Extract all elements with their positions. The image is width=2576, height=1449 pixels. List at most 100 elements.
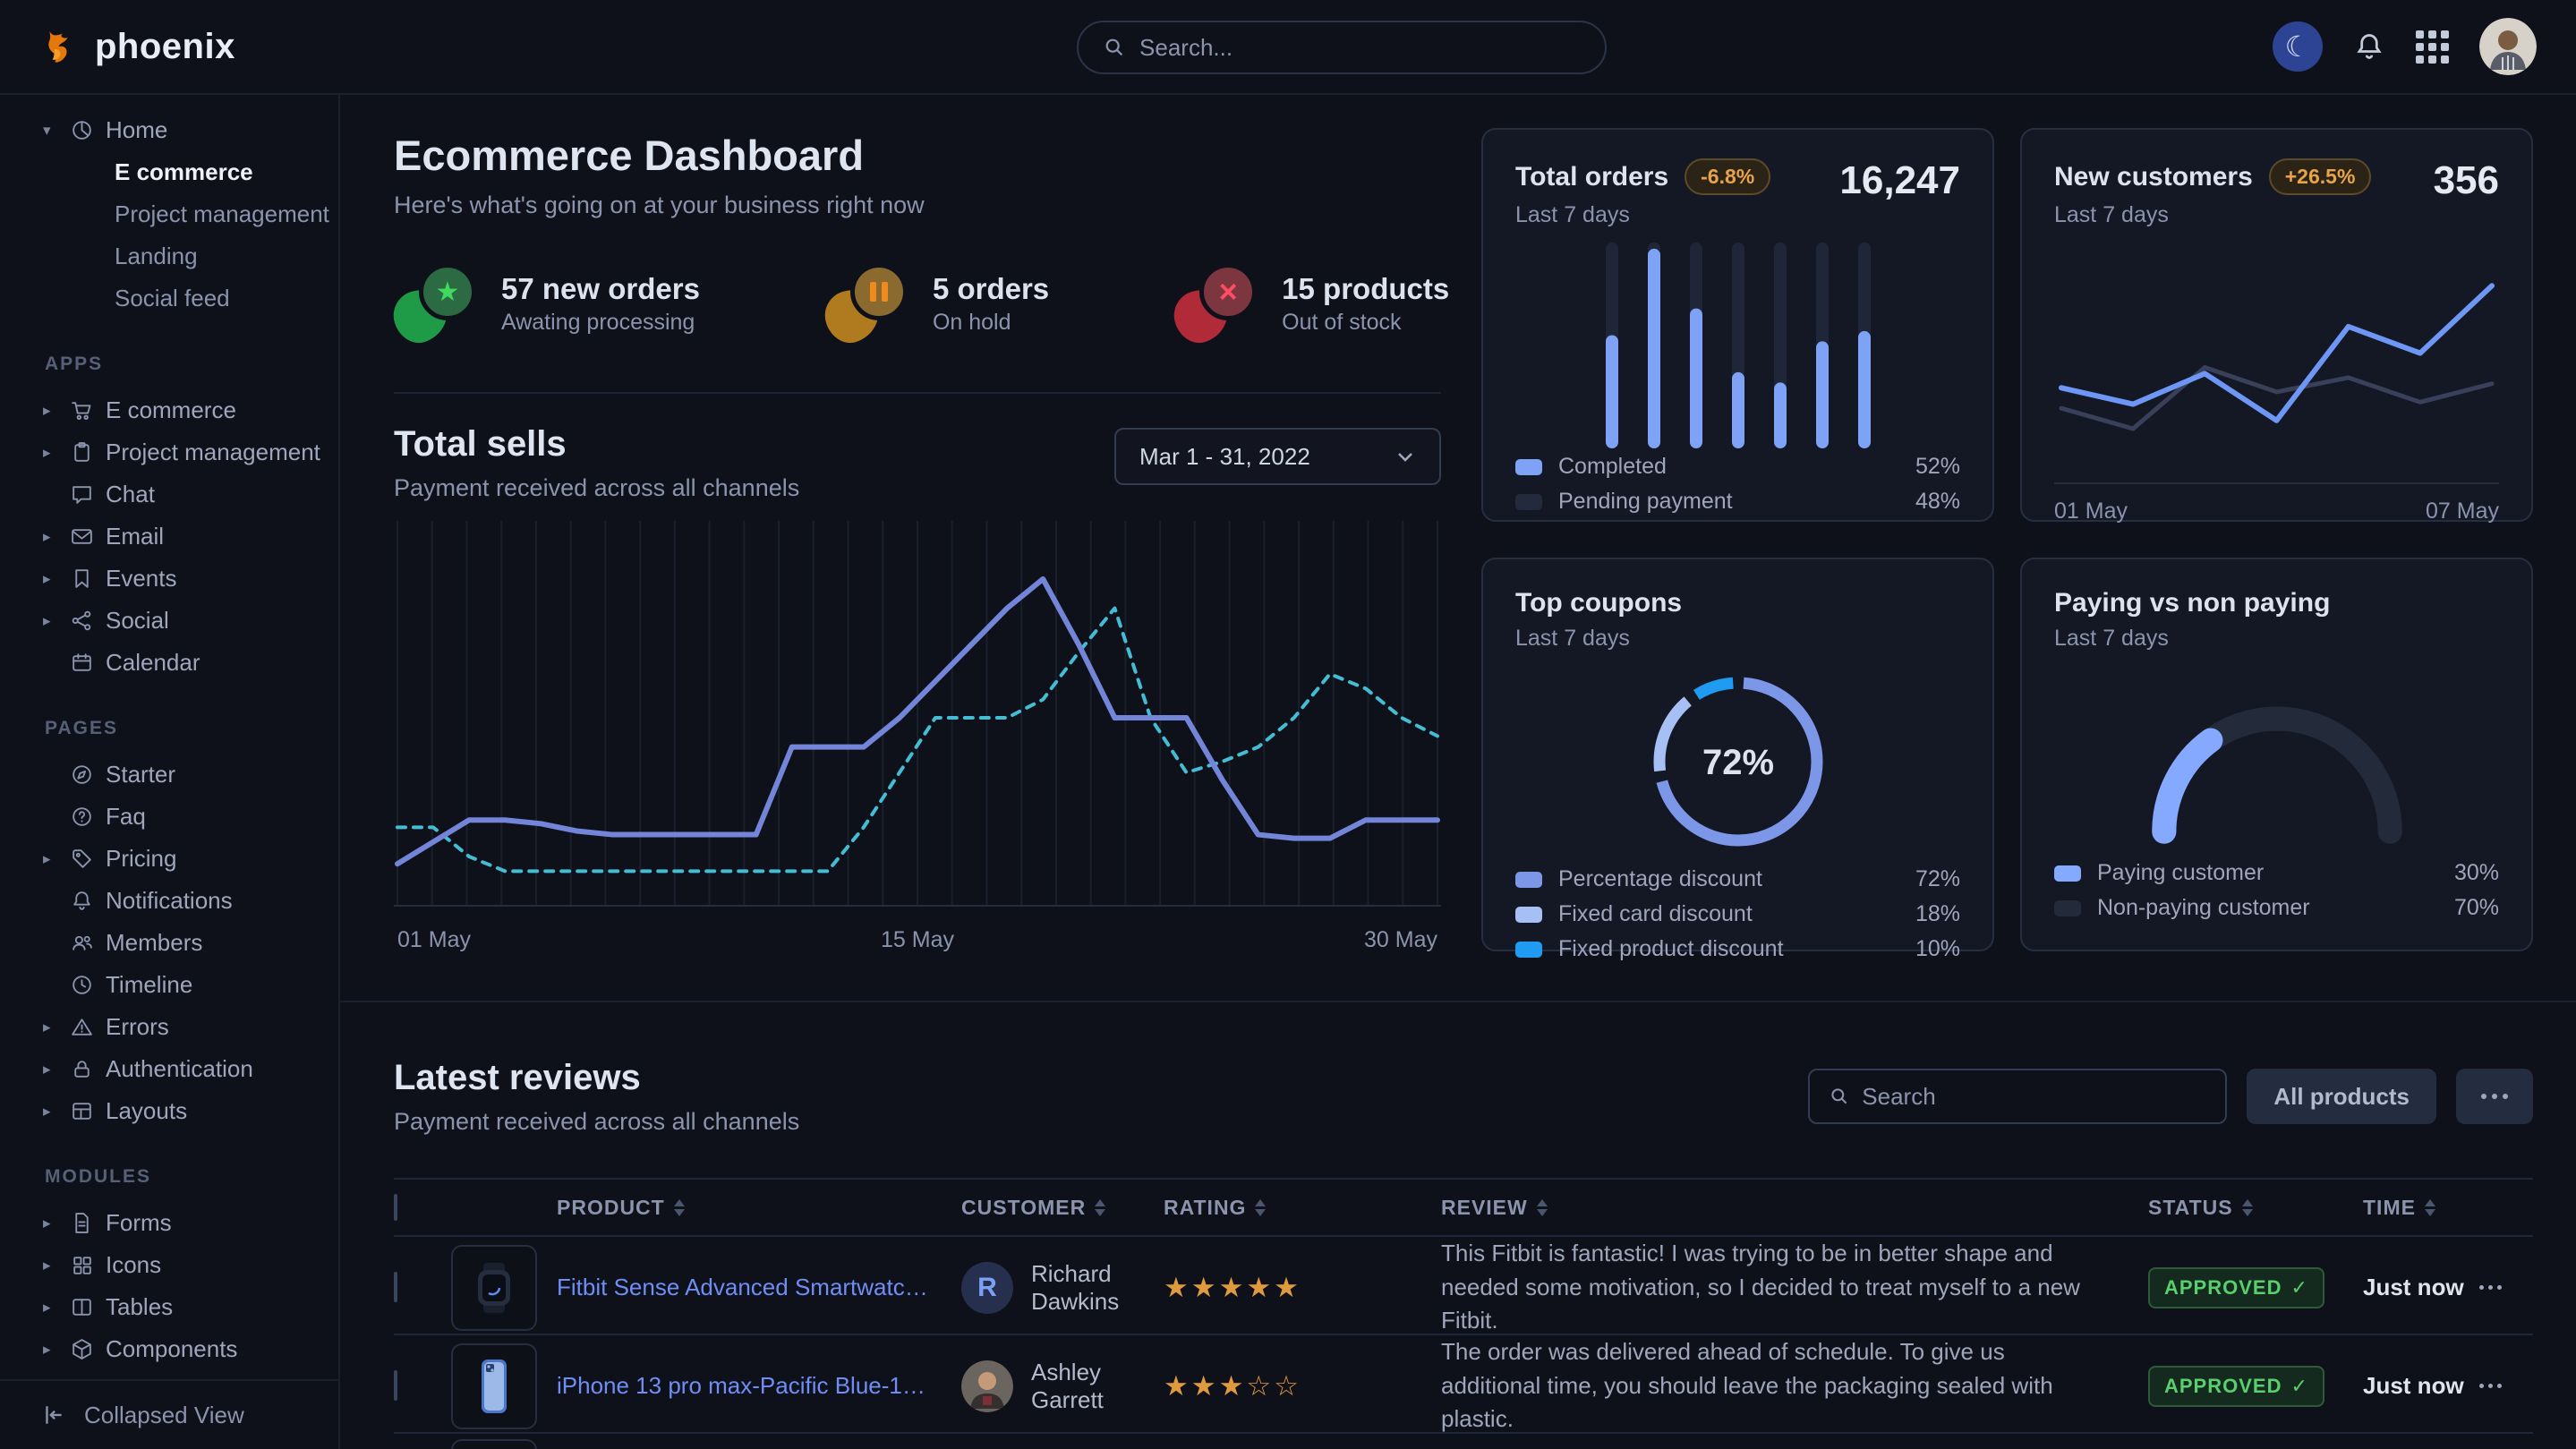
legend-swatch bbox=[1515, 872, 1542, 888]
sidebar-item-email[interactable]: ▸Email bbox=[0, 516, 338, 558]
column-header-product[interactable]: PRODUCT bbox=[557, 1196, 961, 1220]
orders-legend-item: Completed 52% bbox=[1515, 454, 1960, 480]
collapse-label: Collapsed View bbox=[84, 1402, 244, 1429]
column-header-status[interactable]: STATUS bbox=[2148, 1196, 2363, 1220]
row-checkbox[interactable] bbox=[394, 1272, 397, 1302]
column-label: REVIEW bbox=[1441, 1196, 1528, 1220]
customers-line-chart bbox=[2054, 237, 2499, 477]
pause-icon bbox=[850, 263, 908, 320]
product-thumb-cell bbox=[451, 1245, 557, 1331]
stat-item: ×15 productsOut of stock bbox=[1174, 263, 1449, 344]
clock-icon bbox=[70, 973, 106, 997]
sidebar-item-notifications[interactable]: Notifications bbox=[0, 880, 338, 922]
check-icon: ✓ bbox=[2290, 1375, 2307, 1398]
row-checkbox[interactable] bbox=[394, 1370, 397, 1401]
card-period: Last 7 days bbox=[1515, 626, 1960, 652]
legend-swatch bbox=[2054, 865, 2081, 882]
question-icon bbox=[70, 805, 106, 829]
sort-icon bbox=[674, 1199, 685, 1216]
more-options-button[interactable] bbox=[2456, 1069, 2533, 1124]
brand-name: phoenix bbox=[95, 27, 235, 67]
brand-logo[interactable]: phoenix bbox=[39, 26, 235, 67]
sidebar-item-label: Events bbox=[106, 565, 177, 592]
theme-toggle-button[interactable]: ☾ bbox=[2273, 21, 2323, 72]
product-thumb-cell bbox=[451, 1439, 557, 1449]
sidebar-item-starter[interactable]: Starter bbox=[0, 754, 338, 796]
collapse-sidebar-button[interactable]: Collapsed View bbox=[0, 1379, 338, 1449]
total-orders-card: Total orders -6.8% Last 7 days 16,247 Co… bbox=[1481, 128, 1994, 522]
column-label: PRODUCT bbox=[557, 1196, 665, 1220]
stat-item: ★57 new ordersAwating processing bbox=[394, 263, 700, 344]
sidebar-subitem-landing[interactable]: Landing bbox=[0, 235, 338, 277]
chat-icon bbox=[70, 482, 106, 507]
reviews-search[interactable] bbox=[1808, 1069, 2227, 1124]
box-icon bbox=[70, 1337, 106, 1361]
column-header-time[interactable]: TIME bbox=[2363, 1196, 2479, 1220]
sidebar-item-label: Timeline bbox=[106, 971, 192, 999]
stat-value: 15 products bbox=[1282, 272, 1449, 306]
global-search-input[interactable] bbox=[1139, 34, 1580, 62]
sidebar-item-chat[interactable]: Chat bbox=[0, 473, 338, 516]
time-cell: Just now bbox=[2363, 1372, 2479, 1400]
orders-bar-chart bbox=[1515, 241, 1960, 454]
caret-icon: ▸ bbox=[43, 570, 70, 588]
legend-value: 52% bbox=[1915, 454, 1960, 480]
users-icon bbox=[70, 931, 106, 955]
column-header-rating[interactable]: RATING bbox=[1164, 1196, 1441, 1220]
legend-label: Completed bbox=[1558, 454, 1667, 480]
select-all-checkbox[interactable] bbox=[394, 1194, 397, 1221]
grid-icon bbox=[70, 1253, 106, 1277]
sidebar-item-home[interactable]: ▾Home bbox=[0, 109, 338, 151]
card-period: Last 7 days bbox=[2054, 202, 2371, 228]
row-actions-button[interactable] bbox=[2479, 1285, 2533, 1290]
sidebar-nav: ▾HomeE commerceProject managementLanding… bbox=[0, 95, 338, 1379]
product-link[interactable]: Fitbit Sense Advanced Smartwatch with To… bbox=[557, 1274, 961, 1301]
sidebar-item-tables[interactable]: ▸Tables bbox=[0, 1286, 338, 1328]
compass-icon bbox=[70, 763, 106, 787]
column-header-review[interactable]: REVIEW bbox=[1441, 1196, 2148, 1220]
legend-value: 48% bbox=[1915, 489, 1960, 515]
user-avatar[interactable] bbox=[2479, 18, 2537, 75]
sidebar-item-pricing[interactable]: ▸Pricing bbox=[0, 838, 338, 880]
sidebar-item-project-management[interactable]: ▸Project management bbox=[0, 431, 338, 473]
date-range-select[interactable]: Mar 1 - 31, 2022 bbox=[1114, 428, 1441, 485]
sidebar-item-events[interactable]: ▸ Events bbox=[0, 558, 338, 600]
sort-icon bbox=[1537, 1199, 1548, 1216]
sidebar-subitem-social-feed[interactable]: Social feed bbox=[0, 277, 338, 320]
coupons-donut-chart: 72% bbox=[1515, 657, 1960, 866]
sidebar-item-calendar[interactable]: Calendar bbox=[0, 642, 338, 684]
sidebar-item-icons[interactable]: ▸Icons bbox=[0, 1244, 338, 1286]
sidebar-item-e-commerce[interactable]: ▸E commerce bbox=[0, 389, 338, 431]
moon-icon: ☾ bbox=[2285, 30, 2311, 64]
sidebar-item-forms[interactable]: ▸Forms bbox=[0, 1202, 338, 1244]
product-link[interactable]: iPhone 13 pro max-Pacific Blue-128GB sto… bbox=[557, 1372, 961, 1400]
header-checkbox-cell bbox=[394, 1196, 451, 1220]
sidebar-item-authentication[interactable]: ▸Authentication bbox=[0, 1048, 338, 1090]
sidebar-item-label: Icons bbox=[106, 1251, 161, 1279]
apps-menu-button[interactable] bbox=[2416, 30, 2449, 64]
sidebar-item-faq[interactable]: Faq bbox=[0, 796, 338, 838]
sidebar-subitem-e-commerce[interactable]: E commerce bbox=[0, 151, 338, 193]
sidebar-item-label: Layouts bbox=[106, 1097, 187, 1125]
sidebar-item-label: Pricing bbox=[106, 845, 176, 873]
sidebar-item-members[interactable]: Members bbox=[0, 922, 338, 964]
reviews-search-input[interactable] bbox=[1862, 1083, 2205, 1111]
notifications-button[interactable] bbox=[2353, 30, 2385, 63]
sidebar-subitem-project-management[interactable]: Project management bbox=[0, 193, 338, 235]
sidebar-item-timeline[interactable]: Timeline bbox=[0, 964, 338, 1006]
sidebar-item-components[interactable]: ▸Components bbox=[0, 1328, 338, 1370]
top-navbar: phoenix ☾ bbox=[0, 0, 2576, 95]
stat-icon bbox=[825, 263, 909, 344]
sidebar-item-layouts[interactable]: ▸Layouts bbox=[0, 1090, 338, 1132]
all-products-button[interactable]: All products bbox=[2247, 1069, 2436, 1124]
orders-legend-item: Pending payment48% bbox=[1515, 489, 1960, 515]
sidebar-item-errors[interactable]: ▸Errors bbox=[0, 1006, 338, 1048]
trend-badge: +26.5% bbox=[2269, 158, 2372, 195]
column-header-customer[interactable]: CUSTOMER bbox=[961, 1196, 1164, 1220]
card-title: Paying vs non paying bbox=[2054, 588, 2499, 618]
row-actions-button[interactable] bbox=[2479, 1384, 2533, 1388]
global-search[interactable] bbox=[1077, 21, 1607, 74]
legend-label: Percentage discount bbox=[1558, 866, 1762, 892]
caret-icon: ▸ bbox=[43, 1341, 70, 1359]
sidebar-item-social[interactable]: ▸Social bbox=[0, 600, 338, 642]
